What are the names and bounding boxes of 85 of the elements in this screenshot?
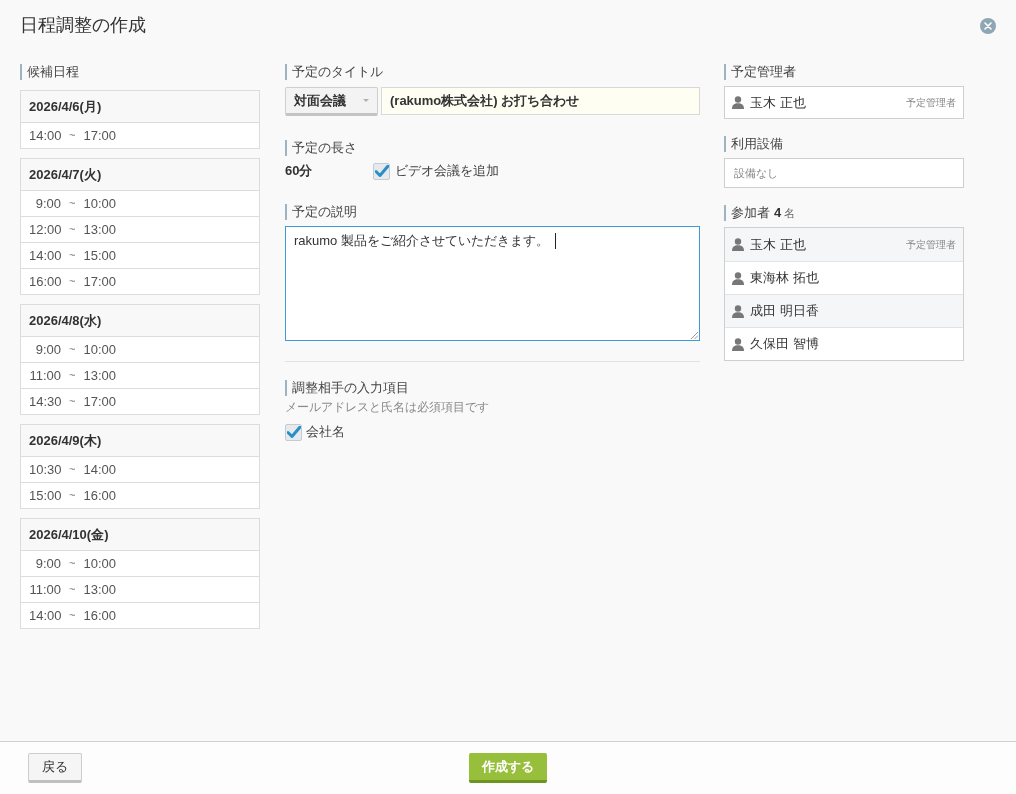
start-time: 11:00 [29, 366, 61, 385]
person-icon [732, 96, 744, 109]
section-label: 予定の説明 [285, 204, 357, 220]
date-heading: 2026/4/7(火) [21, 159, 259, 190]
section-label: 予定のタイトル [285, 64, 383, 80]
date-heading: 2026/4/6(月) [21, 91, 259, 122]
caret-icon [363, 99, 369, 102]
range-separator: ~ [69, 342, 76, 358]
start-time: 10:30 [29, 460, 61, 479]
company-name-checkbox[interactable] [285, 423, 302, 441]
date-heading: 2026/4/9(木) [21, 425, 259, 456]
resize-grip-icon[interactable] [691, 332, 698, 339]
checkbox-label: ビデオ会議を追加 [395, 162, 499, 181]
end-time: 16:00 [83, 606, 116, 625]
person-name: 東海林 拓也 [750, 269, 819, 288]
end-time: 13:00 [83, 366, 116, 385]
start-time: 11:00 [29, 580, 61, 599]
end-time: 15:00 [83, 246, 116, 265]
end-time: 17:00 [83, 126, 116, 145]
check-icon [286, 426, 301, 438]
description-field[interactable]: rakumo 製品をご紹介させていただきます。 [285, 226, 700, 341]
person-name: 成田 明日香 [750, 302, 819, 321]
start-time: 9:00 [34, 340, 61, 359]
person-icon [732, 304, 744, 318]
range-separator: ~ [69, 196, 76, 212]
role-tag: 予定管理者 [906, 95, 956, 110]
section-label: 調整相手の入力項目 [285, 380, 409, 396]
section-label: 予定の長さ [285, 140, 357, 156]
person-name: 久保田 智博 [750, 335, 819, 354]
start-time: 9:00 [34, 554, 61, 573]
event-type-select[interactable]: 対面会議 [285, 87, 378, 116]
role-tag: 予定管理者 [906, 237, 956, 252]
end-time: 16:00 [83, 486, 116, 505]
start-time: 14:00 [29, 246, 61, 265]
date-heading: 2026/4/8(水) [21, 305, 259, 336]
range-separator: ~ [69, 222, 76, 238]
range-separator: ~ [69, 556, 76, 572]
section-label: 利用設備 [724, 136, 783, 152]
range-separator: ~ [69, 582, 76, 598]
person-name: 玉木 正也 [750, 93, 806, 112]
back-button[interactable]: 戻る [28, 753, 82, 783]
end-time: 17:00 [83, 272, 116, 291]
range-separator: ~ [69, 394, 76, 410]
video-conference-checkbox[interactable] [373, 162, 390, 180]
start-time: 14:00 [29, 126, 61, 145]
end-time: 10:00 [83, 554, 116, 573]
start-time: 15:00 [29, 486, 61, 505]
end-time: 13:00 [83, 580, 116, 599]
description-text: rakumo 製品をご紹介させていただきます。 [294, 232, 549, 250]
close-icon[interactable] [980, 18, 996, 34]
range-separator: ~ [69, 608, 76, 624]
start-time: 9:00 [34, 194, 61, 213]
check-icon [374, 165, 389, 177]
attendees-label: 参加者 [731, 205, 770, 221]
facility-input[interactable]: 設備なし [724, 158, 964, 188]
section-label: 候補日程 [20, 64, 79, 80]
date-heading: 2026/4/10(金) [21, 519, 259, 550]
end-time: 10:00 [83, 194, 116, 213]
duration-value: 60分 [285, 162, 314, 181]
range-separator: ~ [69, 368, 76, 384]
start-time: 14:30 [29, 392, 61, 411]
person-name: 玉木 正也 [750, 235, 806, 254]
attendee-count: 4 [774, 205, 782, 221]
end-time: 10:00 [83, 340, 116, 359]
range-separator: ~ [69, 462, 76, 478]
start-time: 14:00 [29, 606, 61, 625]
section-label: 予定管理者 [724, 64, 796, 80]
range-separator: ~ [69, 488, 76, 504]
end-time: 17:00 [83, 392, 116, 411]
range-separator: ~ [69, 248, 76, 264]
range-separator: ~ [69, 274, 76, 290]
end-time: 13:00 [83, 220, 116, 239]
count-unit: 名 [784, 206, 796, 221]
start-time: 16:00 [29, 272, 61, 291]
title-input[interactable]: (rakumo株式会社) お打ち合わせ [381, 87, 700, 115]
text-cursor-icon [554, 233, 556, 249]
required-note: メールアドレスと氏名は必須項目です [285, 400, 489, 415]
dialog-title: 日程調整の作成 [20, 14, 146, 37]
person-icon [732, 238, 744, 251]
person-icon [732, 271, 744, 285]
start-time: 12:00 [29, 220, 61, 239]
range-separator: ~ [69, 128, 76, 144]
end-time: 14:00 [83, 460, 116, 479]
person-icon [732, 337, 744, 351]
checkbox-label: 会社名 [306, 423, 345, 442]
